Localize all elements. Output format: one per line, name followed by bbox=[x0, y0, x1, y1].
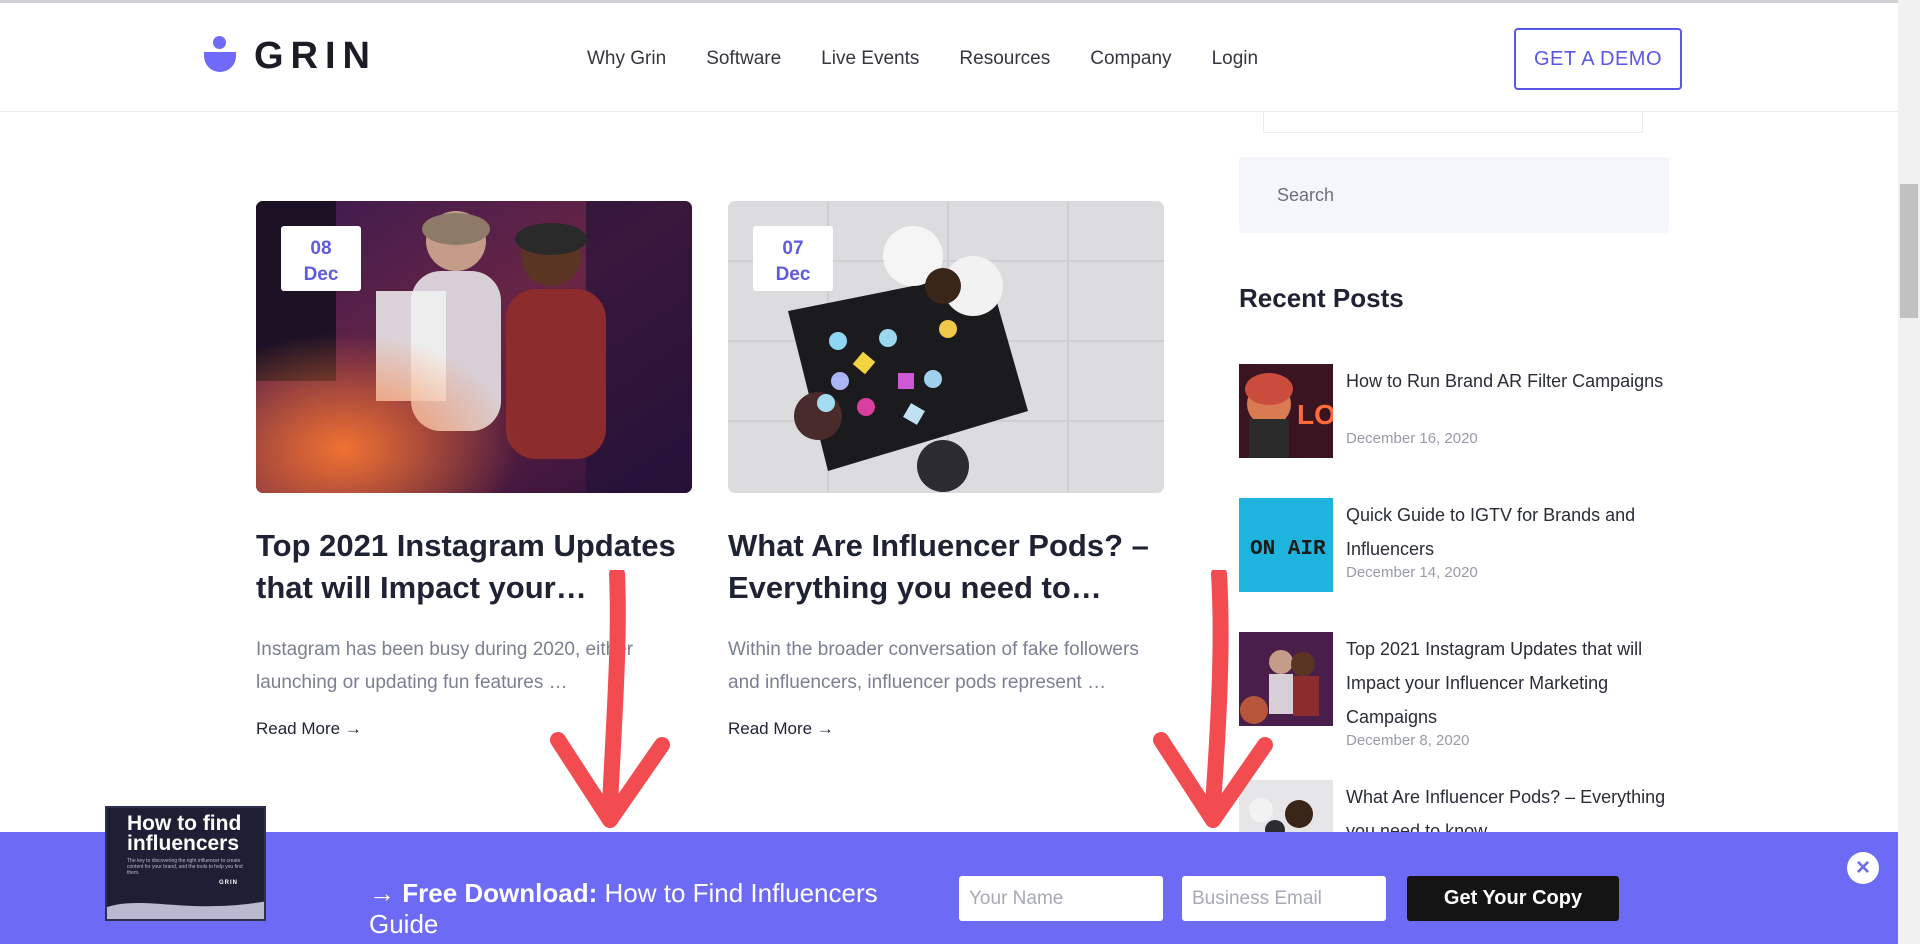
close-icon[interactable]: × bbox=[1847, 852, 1879, 884]
recent-post-thumbnail[interactable]: LO bbox=[1239, 364, 1333, 458]
recent-post-item[interactable]: ON AIR Quick Guide to IGTV for Brands an… bbox=[1239, 498, 1679, 598]
scrollbar-thumb[interactable] bbox=[1900, 184, 1918, 318]
logo-text: GRIN bbox=[254, 34, 377, 77]
recent-posts-heading: Recent Posts bbox=[1239, 283, 1404, 313]
wave-graphic bbox=[107, 901, 264, 919]
site-header: GRIN Why Grin Software Live Events Resou… bbox=[0, 0, 1898, 112]
guide-cover-subtitle: The key to discovering the right influen… bbox=[127, 858, 243, 876]
get-your-copy-button[interactable]: Get Your Copy bbox=[1407, 876, 1619, 921]
date-day: 08 bbox=[310, 238, 332, 259]
scrollbar-track[interactable] bbox=[1898, 0, 1920, 944]
date-month: Dec bbox=[775, 264, 811, 285]
date-badge: 08 Dec bbox=[281, 226, 361, 291]
on-air-sign-text: ON AIR bbox=[1250, 538, 1326, 561]
post-card: 07 Dec What Are Influencer Pods? – Every… bbox=[728, 201, 1164, 739]
nav-login[interactable]: Login bbox=[1212, 48, 1259, 70]
recent-post-title[interactable]: Top 2021 Instagram Updates that will Imp… bbox=[1346, 632, 1676, 734]
download-label-bold: Free Download: bbox=[402, 878, 598, 908]
recent-post-title[interactable]: How to Run Brand AR Filter Campaigns bbox=[1346, 364, 1676, 398]
post-image-studio[interactable]: 08 Dec bbox=[256, 201, 692, 493]
guide-cover-image: How to find influencers The key to disco… bbox=[105, 806, 266, 921]
grin-logo-icon bbox=[204, 36, 236, 76]
nav-software[interactable]: Software bbox=[706, 48, 781, 70]
recent-post-item[interactable]: What Are Influencer Pods? – Everything y… bbox=[1239, 780, 1679, 874]
browser-edge bbox=[0, 0, 1898, 3]
main-nav: Why Grin Software Live Events Resources … bbox=[587, 48, 1298, 70]
grin-logo[interactable]: GRIN bbox=[204, 34, 377, 77]
post-excerpt: Within the broader conversation of fake … bbox=[728, 639, 1139, 693]
guide-cover-title: How to find influencers bbox=[127, 812, 242, 855]
recent-post-item[interactable]: LO How to Run Brand AR Filter Campaigns … bbox=[1239, 364, 1679, 464]
down-arrow-icon bbox=[1153, 570, 1273, 828]
date-day: 07 bbox=[782, 238, 804, 259]
nav-company[interactable]: Company bbox=[1090, 48, 1171, 70]
arrow-icon: → bbox=[369, 878, 395, 908]
download-label: → Free Download: How to Find Influencers… bbox=[369, 878, 929, 940]
guide-cover-logo: GRIN bbox=[219, 880, 238, 886]
read-more-link[interactable]: Read More → bbox=[728, 719, 1164, 739]
nav-live-events[interactable]: Live Events bbox=[821, 48, 919, 70]
recent-post-title[interactable]: Quick Guide to IGTV for Brands and Influ… bbox=[1346, 498, 1676, 566]
nav-resources[interactable]: Resources bbox=[959, 48, 1050, 70]
get-demo-button[interactable]: GET A DEMO bbox=[1514, 28, 1682, 90]
recent-post-date: December 8, 2020 bbox=[1346, 732, 1470, 749]
post-image-meeting[interactable]: 07 Dec bbox=[728, 201, 1164, 493]
date-badge: 07 Dec bbox=[753, 226, 833, 291]
down-arrow-icon bbox=[550, 570, 670, 828]
neon-sign-text: LO bbox=[1297, 399, 1333, 430]
name-field[interactable] bbox=[959, 876, 1163, 921]
post-title[interactable]: What Are Influencer Pods? – Everything y… bbox=[728, 525, 1164, 609]
recent-post-item[interactable]: Top 2021 Instagram Updates that will Imp… bbox=[1239, 632, 1679, 752]
email-field[interactable] bbox=[1182, 876, 1386, 921]
recent-post-date: December 14, 2020 bbox=[1346, 564, 1478, 581]
date-month: Dec bbox=[303, 264, 339, 285]
nav-why-grin[interactable]: Why Grin bbox=[587, 48, 666, 70]
search-input[interactable] bbox=[1239, 157, 1669, 233]
recent-post-date: December 16, 2020 bbox=[1346, 430, 1478, 447]
